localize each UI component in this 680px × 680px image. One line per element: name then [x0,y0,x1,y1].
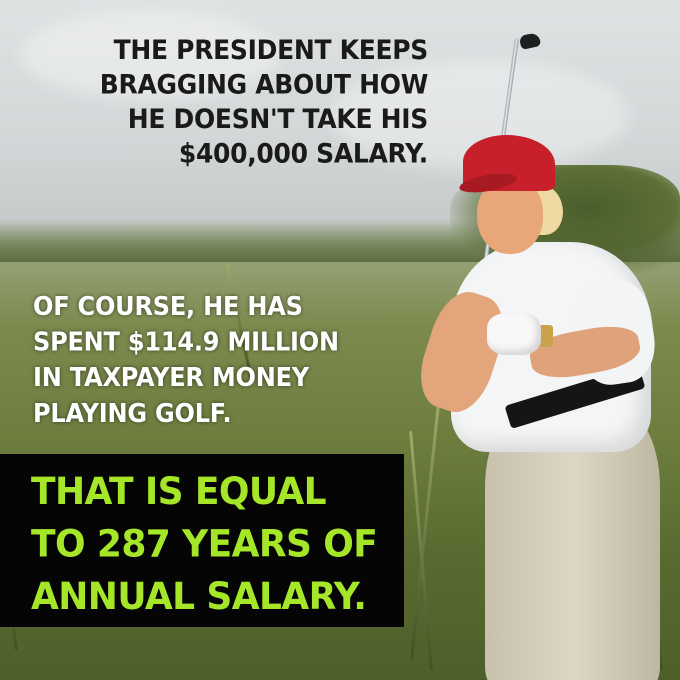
golf-club-head [518,32,542,50]
body-text: OF COURSE, HE HAS SPENT $114.9 MILLION I… [33,291,339,429]
callout-text: THAT IS EQUAL TO 287 YEARS OF ANNUAL SAL… [31,470,378,619]
meme-image: THE PRESIDENT KEEPS BRAGGING ABOUT HOW H… [0,0,680,680]
headline-text: THE PRESIDENT KEEPS BRAGGING ABOUT HOW H… [99,34,429,170]
wristwatch [539,325,553,347]
golf-glove [487,313,541,355]
golfer-photo [410,30,680,680]
callout-box: THAT IS EQUAL TO 287 YEARS OF ANNUAL SAL… [0,454,404,627]
